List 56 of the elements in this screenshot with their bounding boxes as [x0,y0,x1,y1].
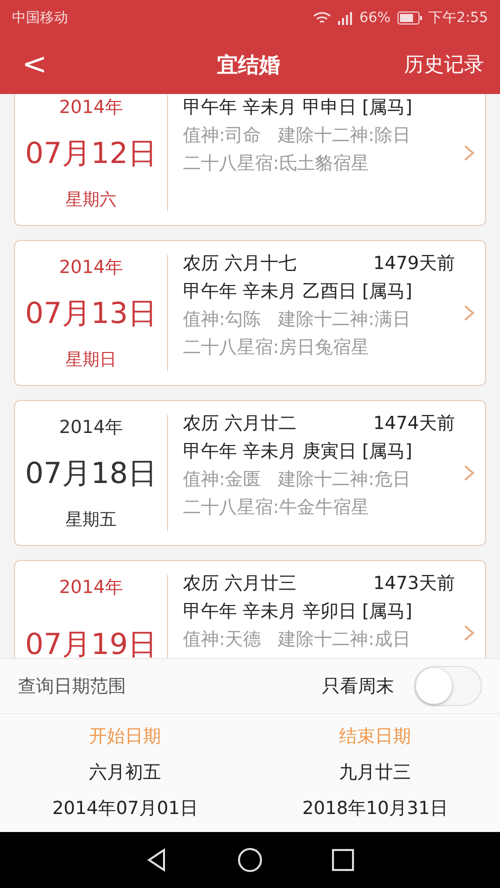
date-text: 07月13日 [25,294,157,332]
recents-icon[interactable] [330,847,356,873]
ganzhi-text: 甲午年 辛未月 甲申日 [属马] [183,96,412,119]
stars-text: 二十八星宿:房日兔宿星 [183,336,370,359]
date-text: 07月18日 [25,454,157,492]
days-ago: 1474天前 [373,412,455,435]
gods-text: 值神:勾陈 建除十二神:满日 [183,308,410,331]
year-text: 2014年 [59,576,123,599]
range-heading: 结束日期 [339,725,411,748]
ganzhi-text: 甲午年 辛未月 乙酉日 [属马] [183,280,412,303]
page-title: 宜结婚 [216,52,282,78]
weekday-text: 星期六 [66,189,116,211]
date-text: 07月19日 [25,626,157,658]
carrier: 中国移动 [12,8,68,26]
range-label: 查询日期范围 [18,675,127,698]
lunar-date: 农历 六月廿二 [183,412,297,435]
day-card[interactable]: 2014年 07月12日 星期六 甲午年 辛未月 甲申日 [属马] 值神:司命 建除十二神:除日 二十八星宿:氐土貉宿星 [14,94,486,226]
weekend-toggle[interactable] [414,666,482,706]
gods-text: 值神:天德 建除十二神:成日 [183,628,410,651]
chevron-icon [463,464,475,482]
weekday-text: 星期日 [66,349,116,371]
ganzhi-text: 甲午年 辛未月 庚寅日 [属马] [183,440,412,463]
back-button[interactable]: < [16,47,54,82]
signal-icon [337,10,354,24]
days-ago: 1479天前 [373,252,455,275]
chevron-icon [463,624,475,642]
battery-level: 66% [359,10,391,26]
lunar-date[interactable]: 六月初五 [89,760,161,784]
gods-text: 值神:司命 建除十二神:除日 [183,124,410,147]
clock: 下午2:55 [428,8,488,26]
solar-date[interactable]: 2018年10月31日 [302,796,448,820]
days-ago: 1473天前 [373,572,455,595]
date-text: 07月12日 [25,134,157,172]
wifi-icon [313,10,332,24]
solar-date[interactable]: 2014年07月01日 [52,796,198,820]
history-button[interactable]: 历史记录 [404,51,484,78]
day-card[interactable]: 2014年 07月19日 农历 六月廿三 1473天前 甲午年 辛未月 辛卯日 [属马] 值神:天德 建除十二神:成日 [14,560,486,658]
lunar-date: 农历 六月十七 [183,252,297,275]
weekend-label: 只看周末 [322,675,394,698]
lunar-date[interactable]: 九月廿三 [339,760,411,784]
battery-icon [396,10,423,24]
year-text: 2014年 [59,96,123,119]
year-text: 2014年 [59,416,123,439]
weekday-text: 星期五 [66,509,116,531]
lunar-date: 农历 六月廿三 [183,572,297,595]
stars-text: 二十八星宿:氐土貉宿星 [183,152,370,175]
range-heading: 开始日期 [89,725,161,748]
year-text: 2014年 [59,256,123,279]
ganzhi-text: 甲午年 辛未月 辛卯日 [属马] [183,600,412,623]
stars-text: 二十八星宿:牛金牛宿星 [183,496,370,519]
day-card[interactable]: 2014年 07月13日 星期日 农历 六月十七 1479天前 甲午年 辛未月 乙酉日 [属马] 值神:勾陈 建除十二神:满日 二十八星宿:房日兔宿星 [14,240,486,386]
gods-text: 值神:金匮 建除十二神:危日 [183,468,410,491]
home-icon[interactable] [236,847,263,873]
chevron-icon [463,304,475,322]
day-card[interactable]: 2014年 07月18日 星期五 农历 六月廿二 1474天前 甲午年 辛未月 庚寅日 [属马] 值神:金匮 建除十二神:危日 二十八星宿:牛金牛宿星 [14,400,486,546]
chevron-icon [463,144,475,162]
